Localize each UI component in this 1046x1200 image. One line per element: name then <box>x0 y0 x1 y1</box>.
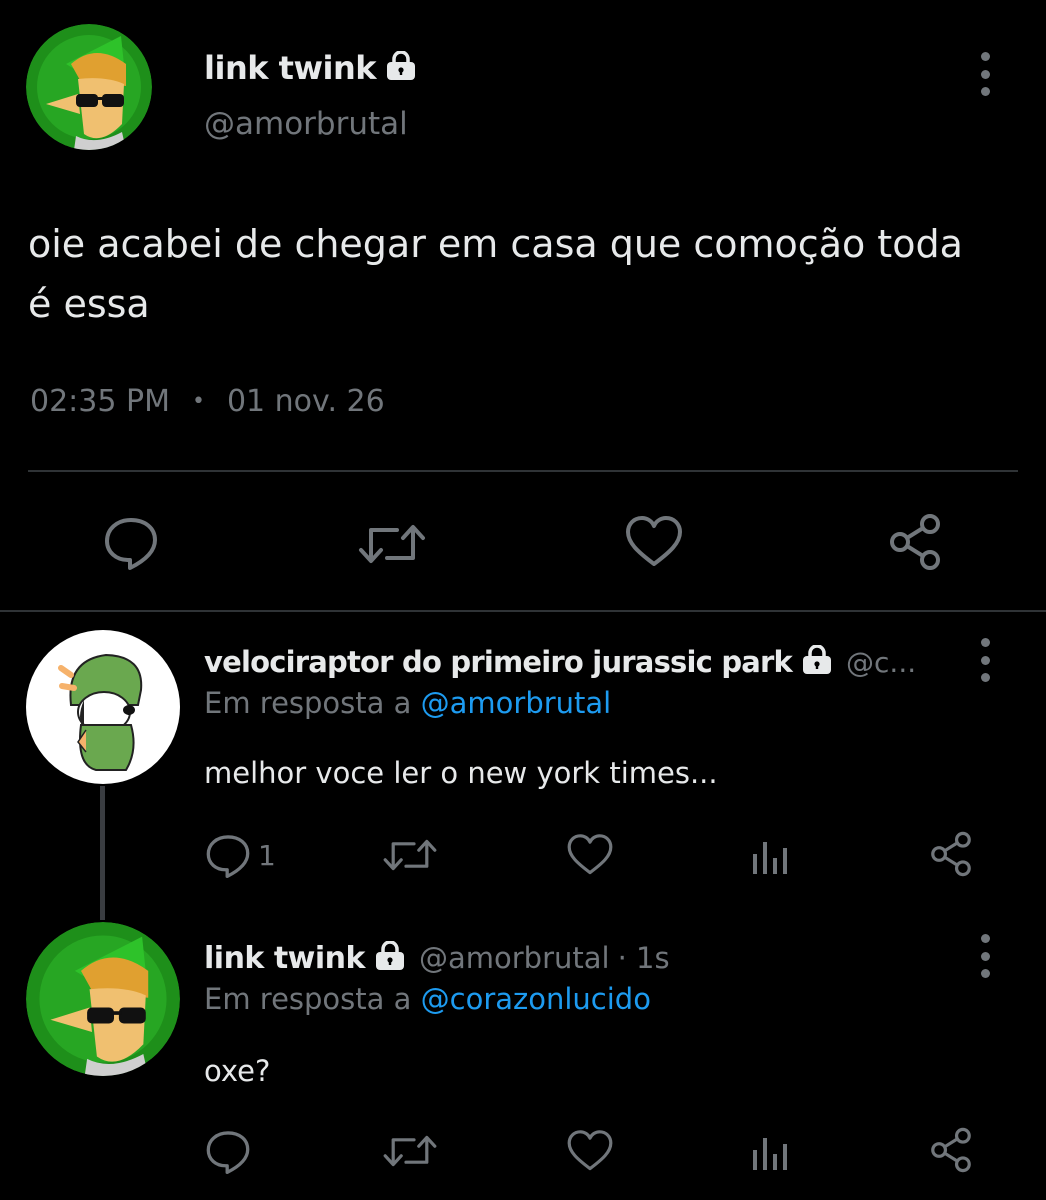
replying-prefix: Em resposta a <box>204 686 412 720</box>
lock-icon <box>800 644 834 679</box>
reply-1-reply-action[interactable]: 1 <box>204 832 276 878</box>
reply-icon <box>204 832 252 878</box>
thread-line <box>100 786 105 920</box>
reply-2-text: oxe? <box>204 1054 271 1088</box>
divider-main <box>0 610 1046 612</box>
avatar-reply-2[interactable] <box>26 922 180 1076</box>
reply-1-text: melhor voce ler o new york times... <box>204 756 718 790</box>
reply-count: 1 <box>258 838 276 872</box>
tweet-time: 02:35 PM <box>30 384 170 419</box>
like-icon[interactable] <box>624 514 684 570</box>
retweet-icon[interactable] <box>357 518 427 570</box>
reply-icon[interactable] <box>204 1128 252 1174</box>
tweet-text-line-1: oie acabei de chegar em casa que comoção… <box>28 222 963 266</box>
retweet-icon[interactable] <box>382 834 438 876</box>
analytics-icon[interactable] <box>750 1130 792 1172</box>
reply-2-time[interactable]: · 1s <box>618 941 670 975</box>
share-icon[interactable] <box>928 830 974 878</box>
avatar-reply-1[interactable] <box>26 630 180 784</box>
avatar-main[interactable] <box>26 24 152 150</box>
reply-icon[interactable] <box>102 514 160 570</box>
reply-1-display-name[interactable]: velociraptor do primeiro jurassic park <box>204 645 793 679</box>
timestamp-separator: • <box>191 389 205 414</box>
tweet-timestamp[interactable]: 02:35 PM • 01 nov. 26 <box>30 384 385 419</box>
like-icon[interactable] <box>566 1128 614 1174</box>
author-name-row: link twink <box>204 46 418 90</box>
more-options-icon[interactable] <box>975 52 995 96</box>
tweet-text: oie acabei de chegar em casa que comoção… <box>28 214 963 334</box>
reply-1-replying-to: Em resposta a @amorbrutal <box>204 686 611 720</box>
reply-1-header: velociraptor do primeiro jurassic park @… <box>204 640 916 684</box>
display-name[interactable]: link twink <box>204 49 377 87</box>
lock-icon <box>373 940 407 975</box>
reply-2-replying-to: Em resposta a @corazonlucido <box>204 982 651 1016</box>
reply-2-display-name[interactable]: link twink <box>204 941 365 976</box>
reply-1-more-options-icon[interactable] <box>975 638 995 682</box>
share-icon[interactable] <box>928 1126 974 1174</box>
analytics-icon[interactable] <box>750 834 792 876</box>
replying-prefix: Em resposta a <box>204 982 412 1016</box>
tweet-date: 01 nov. 26 <box>226 384 385 419</box>
lock-icon <box>384 50 418 85</box>
reply-2-handle[interactable]: @amorbrutal <box>419 941 610 975</box>
reply-2-more-options-icon[interactable] <box>975 934 995 978</box>
author-handle[interactable]: @amorbrutal <box>204 106 408 142</box>
replying-to-link[interactable]: @amorbrutal <box>421 686 612 720</box>
replying-to-link[interactable]: @corazonlucido <box>421 982 651 1016</box>
divider-stats <box>28 470 1018 472</box>
reply-2-header: link twink @amorbrutal · 1s <box>204 936 670 980</box>
tweet-text-line-2: é essa <box>28 282 150 326</box>
share-icon[interactable] <box>886 512 944 572</box>
retweet-icon[interactable] <box>382 1130 438 1172</box>
like-icon[interactable] <box>566 832 614 878</box>
reply-1-handle[interactable]: @c... <box>846 646 916 679</box>
